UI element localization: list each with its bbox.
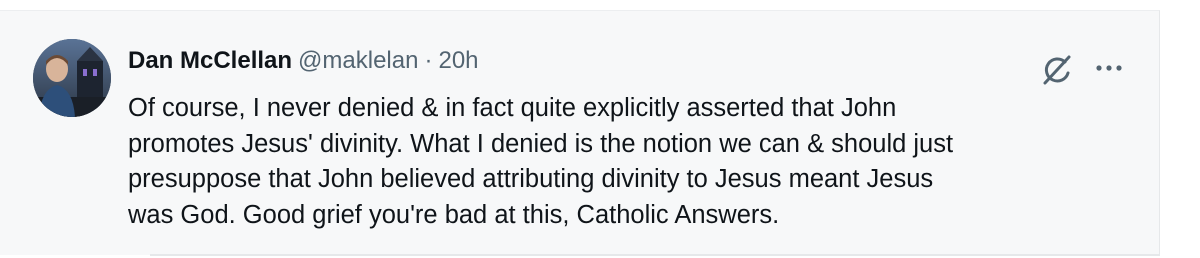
- header-separator: ·: [424, 47, 433, 74]
- tweet-text: Of course, I never denied & in fact quit…: [128, 94, 954, 229]
- divider: [150, 254, 1160, 256]
- avatar[interactable]: [33, 39, 111, 117]
- author-name[interactable]: Dan McClellan: [128, 43, 292, 79]
- tweet-header: Dan McClellan @maklelan · 20h: [128, 43, 479, 79]
- more-options-icon[interactable]: [1094, 61, 1124, 75]
- tweet-card[interactable]: Dan McClellan @maklelan · 20h Of course,…: [0, 10, 1160, 255]
- author-handle[interactable]: @maklelan: [298, 43, 418, 79]
- grok-icon[interactable]: [1040, 53, 1074, 87]
- timestamp[interactable]: 20h: [438, 43, 478, 79]
